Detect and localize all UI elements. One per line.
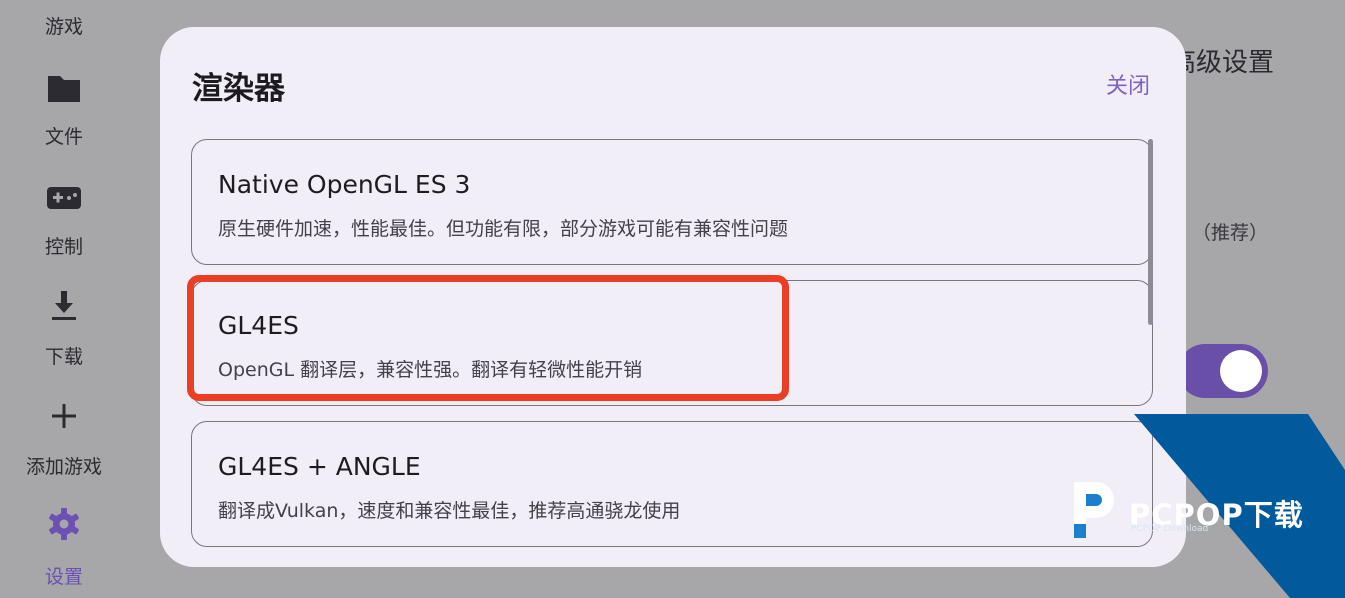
- option-name: Native OpenGL ES 3: [218, 170, 471, 199]
- option-name: GL4ES: [218, 311, 299, 340]
- watermark-subtitle: PCPOP Download: [1131, 524, 1209, 534]
- plus-icon: [52, 404, 76, 428]
- sidebar-item-settings[interactable]: 设置: [0, 506, 128, 588]
- sidebar-item-games[interactable]: 游戏: [0, 12, 128, 39]
- folder-icon: [48, 76, 80, 102]
- renderer-option-gl4es-angle[interactable]: GL4ES + ANGLE 翻译成Vulkan，速度和兼容性最佳，推荐高通骁龙使…: [191, 421, 1153, 547]
- sidebar-item-label: 下载: [44, 346, 83, 368]
- sidebar-item-add-game[interactable]: 添加游戏: [0, 398, 128, 478]
- scrollbar[interactable]: [1148, 139, 1153, 325]
- close-button[interactable]: 关闭: [1106, 68, 1150, 100]
- dialog-title: 渲染器: [192, 71, 285, 107]
- controller-icon: [47, 187, 81, 209]
- sidebar-item-controls[interactable]: 控制: [0, 180, 128, 260]
- sidebar-item-label: 添加游戏: [25, 456, 102, 478]
- sidebar-item-label: 设置: [44, 566, 83, 588]
- gear-icon: [49, 508, 79, 540]
- sidebar-item-label: 文件: [44, 126, 83, 148]
- recommended-label: （推荐）: [1192, 222, 1269, 244]
- renderer-dialog: 渲染器 关闭 Native OpenGL ES 3 原生硬件加速，性能最佳。但功…: [160, 27, 1186, 567]
- option-description: 原生硬件加速，性能最佳。但功能有限，部分游戏可能有兼容性问题: [218, 218, 789, 240]
- sidebar-item-download[interactable]: 下载: [0, 288, 128, 368]
- sidebar-item-label: 游戏: [44, 16, 83, 38]
- sidebar-item-label: 控制: [44, 236, 83, 258]
- pcpop-logo-icon: [1074, 482, 1114, 538]
- sidebar: 游戏 文件 控制 下载 添加游戏 设置: [0, 0, 128, 598]
- download-icon: [52, 291, 76, 320]
- option-name: GL4ES + ANGLE: [218, 452, 421, 481]
- option-description: 翻译成Vulkan，速度和兼容性最佳，推荐高通骁龙使用: [218, 500, 681, 522]
- settings-toggle[interactable]: [1178, 344, 1268, 398]
- sidebar-item-files[interactable]: 文件: [0, 70, 128, 150]
- renderer-option-gl4es[interactable]: GL4ES OpenGL 翻译层，兼容性强。翻译有轻微性能开销: [191, 280, 1153, 406]
- renderer-option-native-gles3[interactable]: Native OpenGL ES 3 原生硬件加速，性能最佳。但功能有限，部分游…: [191, 139, 1153, 265]
- option-description: OpenGL 翻译层，兼容性强。翻译有轻微性能开销: [218, 359, 643, 381]
- toggle-knob: [1220, 350, 1262, 392]
